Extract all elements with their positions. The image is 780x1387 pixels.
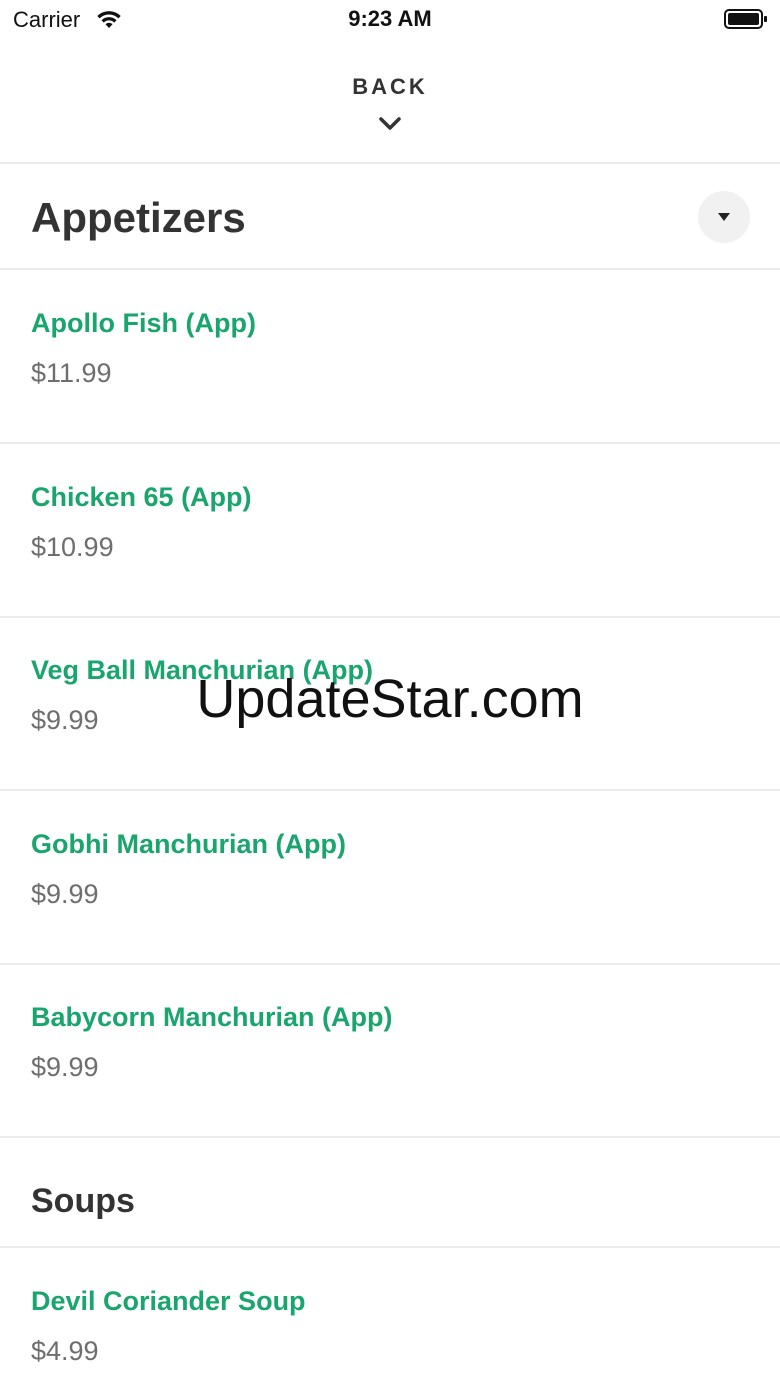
item-price: $9.99 — [31, 705, 99, 735]
item-price: $9.99 — [31, 1052, 99, 1082]
item-price: $10.99 — [31, 532, 114, 562]
item-name[interactable]: Devil Coriander Soup — [31, 1286, 306, 1317]
item-name[interactable]: Gobhi Manchurian (App) — [31, 829, 346, 860]
battery-icon — [724, 9, 767, 29]
item-price: $4.99 — [31, 1336, 99, 1366]
collapse-button[interactable] — [698, 191, 750, 243]
section-title: Soups — [31, 1182, 135, 1220]
menu-screen: Carrier 9:23 AM BACK Appetizers Apollo F… — [0, 0, 780, 1387]
section-header-soups[interactable]: Soups — [0, 1138, 780, 1248]
chevron-down-icon[interactable] — [378, 116, 402, 132]
section-title: Appetizers — [31, 194, 246, 241]
menu-item[interactable]: Chicken 65 (App) $10.99 — [0, 444, 780, 618]
status-bar: Carrier 9:23 AM — [0, 0, 780, 40]
menu-item[interactable]: Devil Coriander Soup $4.99 — [0, 1248, 780, 1387]
item-price: $9.99 — [31, 879, 99, 909]
item-name[interactable]: Chicken 65 (App) — [31, 482, 252, 513]
status-time: 9:23 AM — [348, 6, 432, 31]
back-header[interactable]: BACK — [0, 40, 780, 164]
back-button[interactable]: BACK — [0, 74, 780, 100]
menu-item[interactable]: Apollo Fish (App) $11.99 — [0, 270, 780, 444]
item-name[interactable]: Babycorn Manchurian (App) — [31, 1002, 393, 1033]
menu-item[interactable]: Gobhi Manchurian (App) $9.99 — [0, 791, 780, 965]
menu-item[interactable]: Veg Ball Manchurian (App) $9.99 — [0, 617, 780, 791]
item-name[interactable]: Veg Ball Manchurian (App) — [31, 655, 373, 686]
section-header-appetizers[interactable]: Appetizers — [0, 164, 780, 270]
item-name[interactable]: Apollo Fish (App) — [31, 308, 256, 339]
item-price: $11.99 — [31, 358, 112, 388]
caret-down-icon — [718, 213, 730, 221]
menu-item[interactable]: Babycorn Manchurian (App) $9.99 — [0, 964, 780, 1138]
